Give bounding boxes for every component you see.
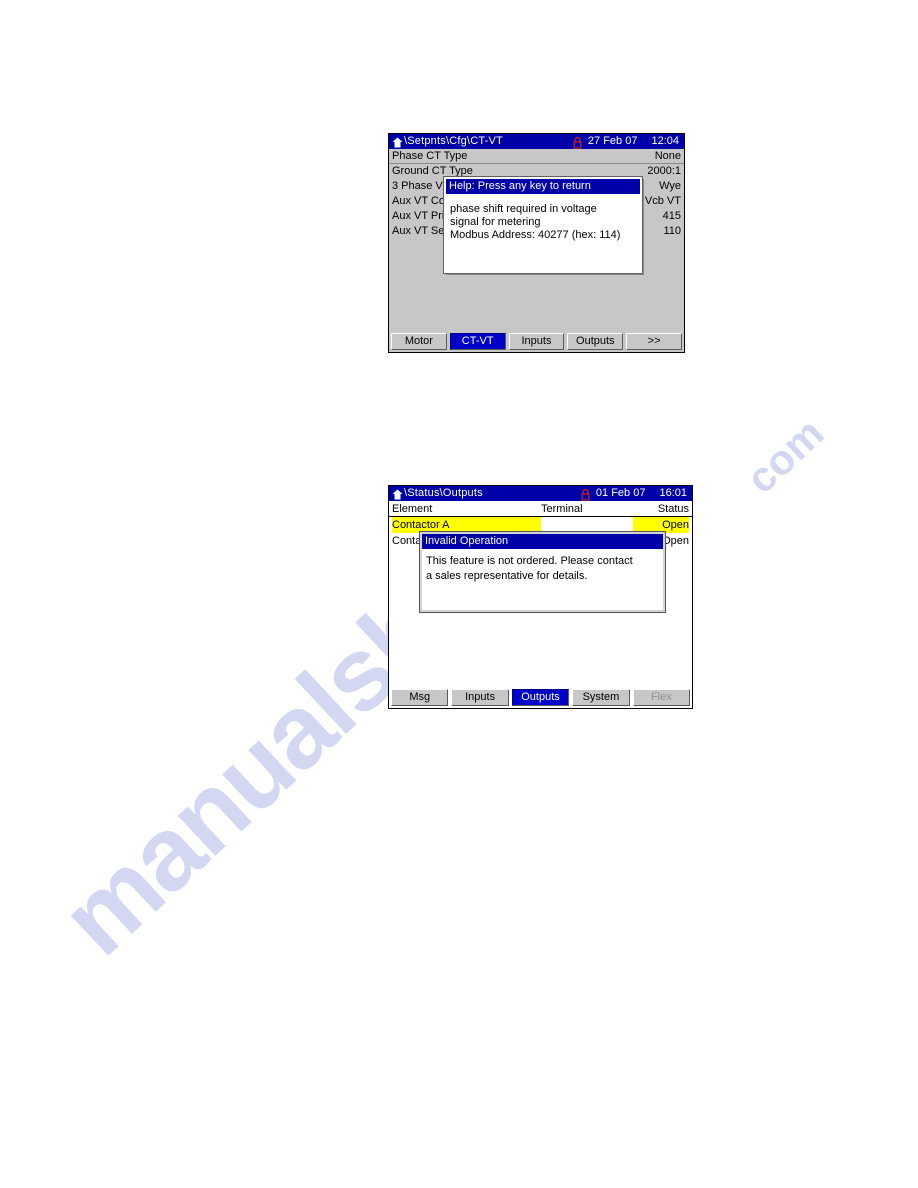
tab-ct-vt[interactable]: CT-VT xyxy=(449,333,506,350)
tab-motor[interactable]: Motor xyxy=(391,333,447,350)
table-header: Element Terminal Status xyxy=(389,501,692,517)
titlebar-time: 16:01 xyxy=(659,487,687,499)
titlebar-status: \Status\Outputs 01 Feb 07 16:01 xyxy=(389,486,692,501)
device-screen-setpoints: \Setpnts\Cfg\CT-VT 27 Feb 07 12:04 Phase… xyxy=(388,133,685,353)
column-header-element: Element xyxy=(392,503,433,515)
invalid-text-line-1: This feature is not ordered. Please cont… xyxy=(426,555,633,567)
tab-outputs[interactable]: Outputs xyxy=(567,333,624,350)
outputs-table: Element Terminal Status Contactor A Open… xyxy=(389,501,692,683)
device-screen-status: \Status\Outputs 01 Feb 07 16:01 Element … xyxy=(388,485,693,709)
invalid-dialog-title: Invalid Operation xyxy=(422,534,663,549)
list-item[interactable]: Phase CT Type None xyxy=(389,149,684,164)
invalid-operation-dialog: Invalid Operation This feature is not or… xyxy=(419,531,666,613)
setpoint-value: None xyxy=(654,150,681,162)
breadcrumb-path: \Status\Outputs xyxy=(404,487,483,499)
help-dialog-body: phase shift required in voltage signal f… xyxy=(446,194,640,242)
breadcrumb-path: \Setpnts\Cfg\CT-VT xyxy=(404,135,503,147)
home-icon[interactable] xyxy=(392,137,403,148)
help-dialog-title: Help: Press any key to return xyxy=(446,179,640,194)
cell-element: Contactor A xyxy=(392,517,541,533)
titlebar-date: 01 Feb 07 xyxy=(595,487,646,499)
tab-flex: Flex xyxy=(632,689,691,706)
setpoint-list: Phase CT Type None Ground CT Type 2000:1… xyxy=(389,149,684,324)
help-text-line-2: signal for metering xyxy=(450,216,541,228)
setpoint-label: Phase CT Type xyxy=(392,150,468,162)
invalid-text-line-2: a sales representative for details. xyxy=(426,570,588,582)
tab-inputs[interactable]: Inputs xyxy=(451,689,509,706)
tabbar-setpoints: Motor CT-VT Inputs Outputs >> xyxy=(389,331,684,352)
column-header-terminal: Terminal xyxy=(541,503,583,515)
invalid-dialog-body: This feature is not ordered. Please cont… xyxy=(422,549,663,584)
titlebar-time: 12:04 xyxy=(651,135,679,147)
help-dialog: Help: Press any key to return phase shif… xyxy=(443,176,643,274)
column-header-status: Status xyxy=(657,503,689,515)
tab-outputs[interactable]: Outputs xyxy=(511,689,570,706)
lock-icon xyxy=(581,488,590,501)
tabbar-status: Msg Inputs Outputs System Flex xyxy=(389,687,692,708)
table-row[interactable]: Contactor A Open xyxy=(389,517,692,533)
tab-msg[interactable]: Msg xyxy=(391,689,449,706)
titlebar-date: 27 Feb 07 xyxy=(587,135,638,147)
tab-system[interactable]: System xyxy=(572,689,630,706)
lock-icon xyxy=(573,136,582,149)
cell-status: Open xyxy=(633,517,689,533)
titlebar-setpoints: \Setpnts\Cfg\CT-VT 27 Feb 07 12:04 xyxy=(389,134,684,149)
tab-more[interactable]: >> xyxy=(626,333,682,350)
cell-terminal xyxy=(541,517,633,533)
help-modbus-address: Modbus Address: 40277 (hex: 114) xyxy=(450,229,621,241)
help-text-line-1: phase shift required in voltage xyxy=(450,203,597,215)
watermark-com: com xyxy=(737,408,833,503)
tab-inputs[interactable]: Inputs xyxy=(508,333,565,350)
home-icon[interactable] xyxy=(392,489,403,500)
